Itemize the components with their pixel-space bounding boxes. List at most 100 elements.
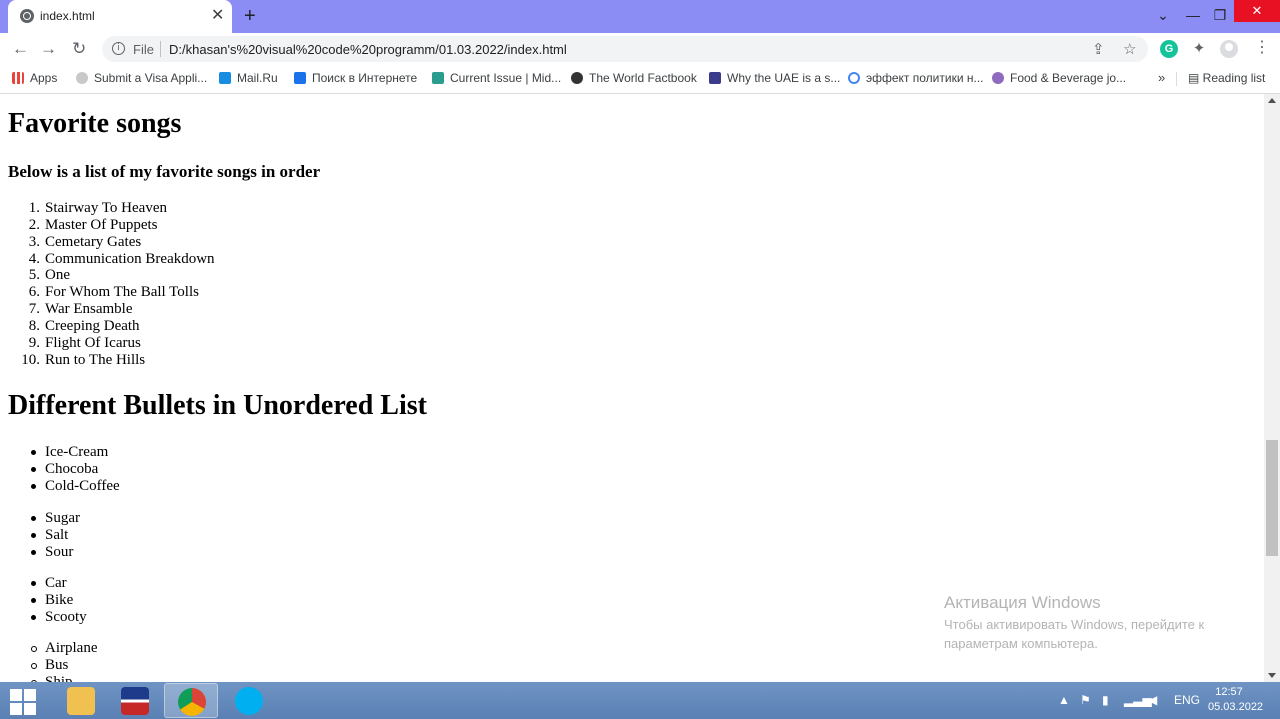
list-item: 1. Stairway To Heaven [0,200,215,217]
song-title: Stairway To Heaven [45,200,167,216]
restore-button[interactable]: ❐ [1208,0,1232,30]
list-item: 3. Cemetary Gates [0,234,215,251]
list-item: 7. War Ensamble [0,301,215,318]
menu-icon[interactable]: ⋮ [1254,38,1270,58]
system-clock[interactable]: 12:57 05.03.2022 [1208,685,1263,715]
reload-icon[interactable]: ↻ [72,39,86,59]
list-number: 6. [28,284,40,301]
song-title: War Ensamble [45,301,133,318]
grammarly-extension-icon[interactable]: G [1160,40,1178,58]
bookmark-label: Mail.Ru [237,71,278,85]
list-item: 10. Run to The Hills [0,352,215,369]
info-icon[interactable]: i [112,42,125,55]
globe-icon [20,9,34,23]
reading-list-button[interactable]: ▤ Reading list [1188,71,1265,85]
forward-icon[interactable]: → [40,39,57,59]
song-title: Master Of Puppets [45,216,158,233]
list-item: 2. Master Of Puppets [0,217,215,234]
bookmark-label: Поиск в Интернете [312,71,418,85]
page-scrollbar[interactable] [1264,94,1280,682]
bookmark-google[interactable]: эффект политики н... [848,71,984,85]
scrollbar-thumb[interactable] [1266,440,1278,556]
site-icon [992,72,1004,84]
list-item: Salt [0,527,80,544]
page-title: Favorite songs [8,108,182,139]
windows-logo-icon [10,703,22,715]
bookmark-apps[interactable]: Apps [12,71,57,85]
list-item: Ship [0,674,97,682]
list-item: 9. Flight Of Icarus [0,335,215,352]
folder-icon [67,687,95,715]
song-title: Creeping Death [45,317,140,334]
scroll-down-arrow-icon[interactable] [1268,673,1276,678]
list-item: 4. Communication Breakdown [0,251,215,268]
site-icon [76,72,88,84]
site-icon [709,72,721,84]
input-language[interactable]: ENG [1174,693,1200,707]
windows-logo-icon [10,689,22,701]
bookmark-world-factbook[interactable]: The World Factbook [571,71,697,85]
start-button[interactable] [8,686,38,716]
bookmark-food-beverage[interactable]: Food & Beverage jo... [992,71,1126,85]
action-center-flag-icon[interactable]: ⚑ [1080,693,1091,707]
address-bar[interactable]: i File D:/khasan's%20visual%20code%20pro… [102,36,1148,62]
bookmark-star-icon[interactable]: ☆ [1123,40,1136,58]
volume-icon[interactable]: ◀ [1148,693,1157,707]
bookmark-label: Current Issue | Mid... [450,71,562,85]
taskbar-skype[interactable] [222,683,276,718]
tab-title: index.html [40,9,95,23]
list-item: Chocoba [0,461,120,478]
bookmark-uae[interactable]: Why the UAE is a s... [709,71,840,85]
scroll-up-arrow-icon[interactable] [1268,98,1276,103]
bookmarks-overflow-button[interactable]: » [1158,70,1165,85]
taskbar-explorer[interactable] [54,683,108,718]
section-heading: Different Bullets in Unordered List [8,390,427,421]
list-item: Bus [0,657,97,674]
taskbar-app-save[interactable] [108,683,162,718]
show-hidden-icons-button[interactable]: ▲ [1058,693,1070,707]
taskbar-chrome[interactable] [164,683,218,718]
back-icon[interactable]: ← [12,39,29,59]
bookmark-label: Apps [30,71,58,85]
bookmark-current-issue[interactable]: Current Issue | Mid... [432,71,561,85]
windows-activation-title: Активация Windows [944,593,1101,612]
reading-list-icon: ▤ [1188,71,1203,85]
list-item: Ice-Cream [0,444,120,461]
list-number: 9. [28,334,40,351]
url-text[interactable]: D:/khasan's%20visual%20code%20programm/0… [169,42,567,57]
song-title: Communication Breakdown [45,250,215,267]
bookmark-label: Why the UAE is a s... [727,71,841,85]
song-title: Flight Of Icarus [45,334,141,351]
power-icon[interactable]: ▮ [1102,693,1109,707]
bookmark-mailru[interactable]: Mail.Ru [219,71,278,85]
tab-close-button[interactable]: ✕ [211,7,224,25]
list-number: 5. [28,267,40,284]
search-icon [294,72,306,84]
cia-seal-icon [571,72,583,84]
windows-logo-icon [24,703,36,715]
profile-avatar[interactable] [1220,40,1238,58]
browser-tab[interactable]: index.html ✕ [8,0,232,33]
site-icon [432,72,444,84]
list-item: 8. Creeping Death [0,318,215,335]
minimize-button[interactable]: — [1180,0,1206,30]
bookmark-search[interactable]: Поиск в Интернете [294,71,417,85]
reading-list-label: Reading list [1202,71,1266,85]
share-icon[interactable]: ⇪ [1092,40,1105,58]
floppy-icon [121,687,149,715]
bookmark-label: эффект политики н... [866,71,984,85]
windows-activation-text: Чтобы активировать Windows, перейдите к … [944,617,1205,651]
url-scheme-label: File [133,42,154,57]
google-icon [848,72,860,84]
tab-search-icon[interactable]: ⌄ [1152,0,1174,30]
list-number: 10. [21,351,40,368]
list-item: Sour [0,544,80,561]
list-number: 8. [28,317,40,334]
window-close-button[interactable]: ✕ [1234,0,1280,22]
bookmark-visa[interactable]: Submit a Visa Appli... [76,71,207,85]
unordered-list-4: Airplane Bus Ship [0,640,97,682]
list-item: Airplane [0,640,97,657]
new-tab-button[interactable]: + [244,5,256,27]
list-number: 4. [28,250,40,267]
extensions-icon[interactable]: ✦ [1190,40,1208,58]
